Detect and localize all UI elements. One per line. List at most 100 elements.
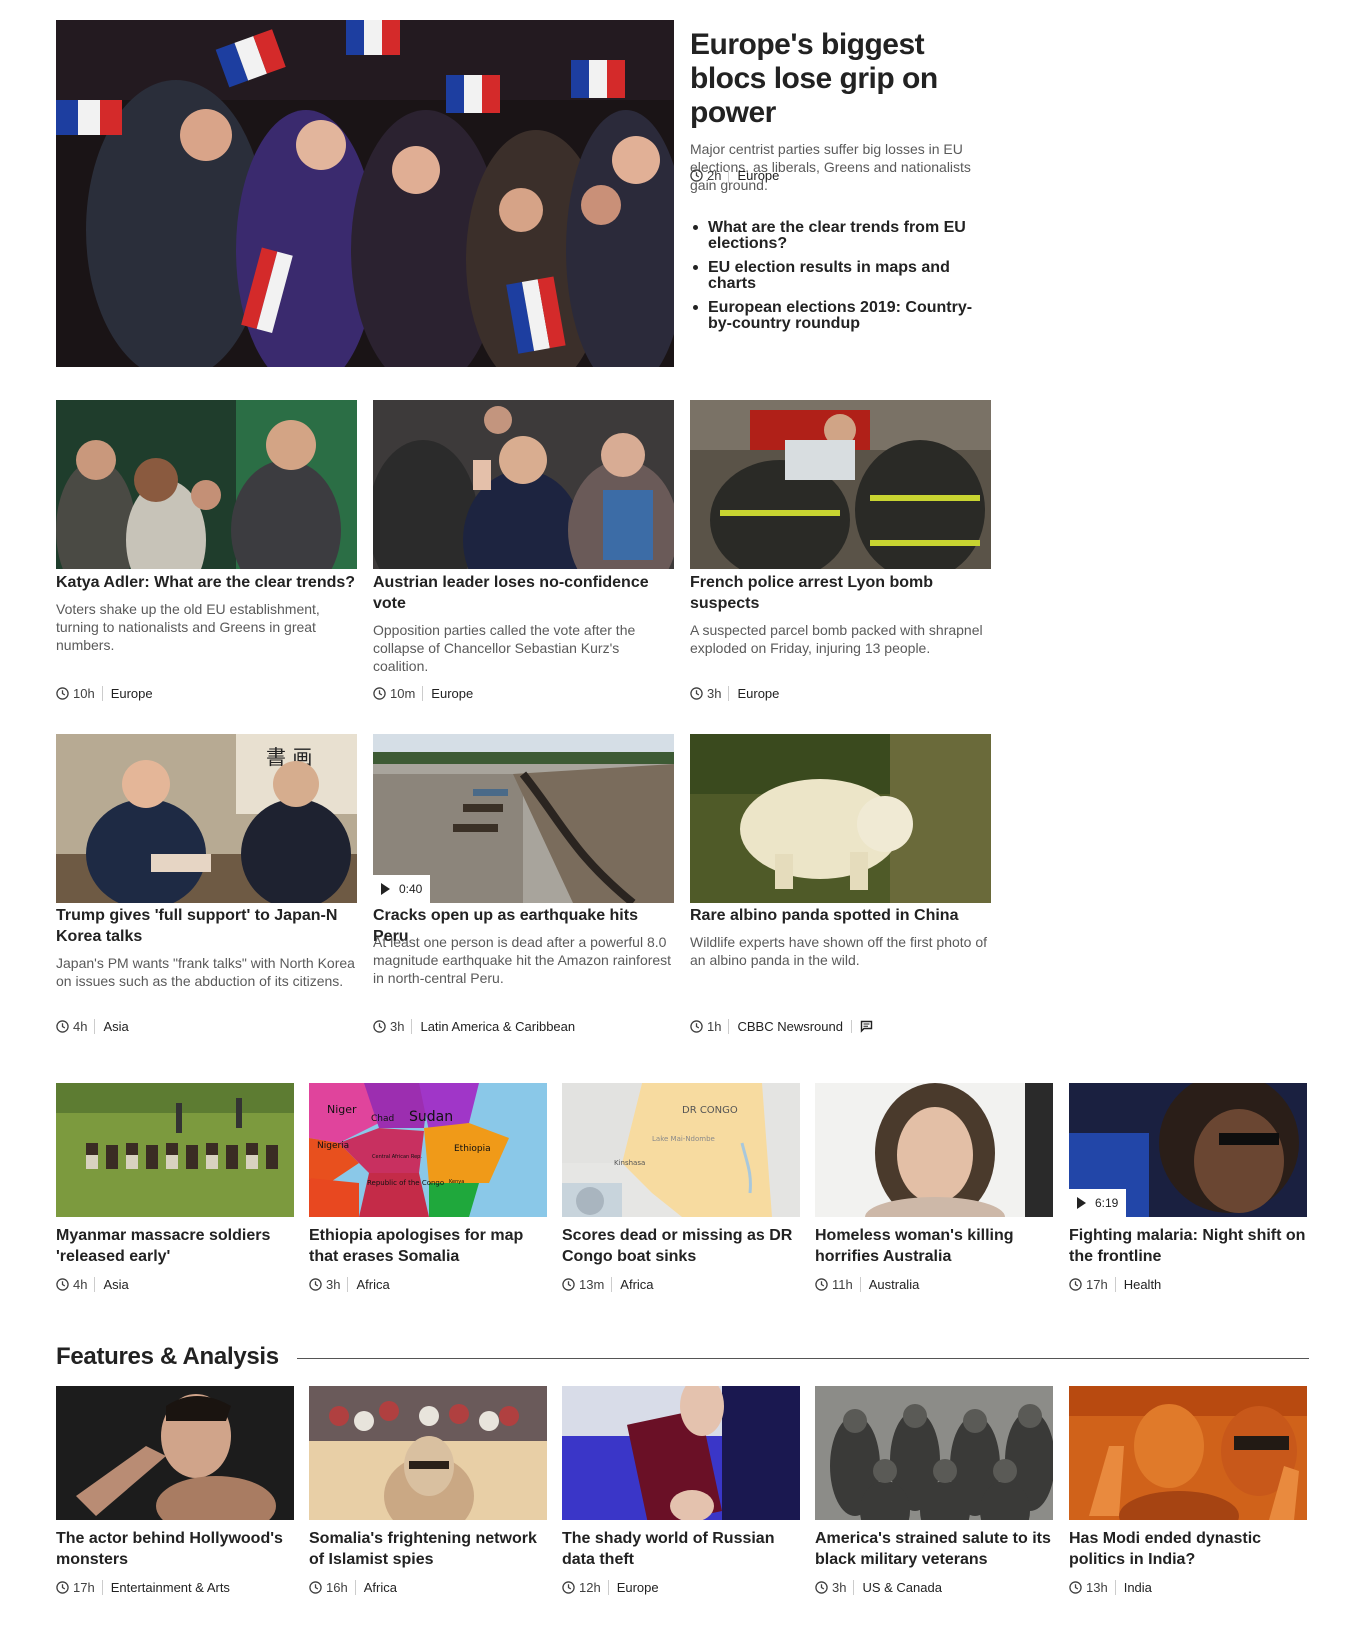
story-image[interactable] [690, 734, 991, 903]
section-link[interactable]: India [1124, 1580, 1152, 1595]
related-link[interactable]: What are the clear trends from EU electi… [690, 220, 990, 252]
story-video-image[interactable]: 0:40 [373, 734, 674, 903]
clock-icon [690, 687, 703, 700]
timestamp: 13h [1086, 1580, 1116, 1595]
clock-icon [56, 687, 69, 700]
story-image[interactable]: 書 画 [56, 734, 357, 903]
video-duration: 6:19 [1095, 1196, 1119, 1210]
map-label: Nigeria [317, 1141, 349, 1151]
section-link[interactable]: Health [1124, 1277, 1162, 1292]
section-link[interactable]: Africa [364, 1580, 397, 1595]
map-label: Kenya [449, 1179, 464, 1185]
section-link[interactable]: US & Canada [862, 1580, 942, 1595]
story-meta: 3h Europe [690, 686, 779, 701]
feature-headline[interactable]: The shady world of Russian data theft [562, 1528, 802, 1570]
feature-headline[interactable]: America's strained salute to its black m… [815, 1528, 1055, 1570]
map-label: Chad [371, 1114, 394, 1124]
story-meta: 3h US & Canada [815, 1580, 942, 1595]
story-headline[interactable]: Katya Adler: What are the clear trends? [56, 572, 356, 593]
story-meta: 12h Europe [562, 1580, 659, 1595]
related-links: What are the clear trends from EU electi… [690, 220, 990, 340]
clock-icon [1069, 1581, 1082, 1594]
section-link[interactable]: Europe [737, 168, 779, 183]
timestamp: 1h [707, 1019, 730, 1034]
top-story-image[interactable] [56, 20, 674, 367]
related-link[interactable]: EU election results in maps and charts [690, 260, 990, 292]
story-meta: 4h Asia [56, 1019, 129, 1034]
story-headline[interactable]: Ethiopia apologises for map that erases … [309, 1225, 549, 1267]
story-map-image[interactable]: Niger Chad Sudan Nigeria Ethiopia Centra… [309, 1083, 547, 1217]
story-meta: 13h India [1069, 1580, 1152, 1595]
map-label: Lake Mai-Ndombe [652, 1135, 715, 1143]
section-link[interactable]: CBBC Newsround [737, 1019, 843, 1034]
story-summary: A suspected parcel bomb packed with shra… [690, 622, 983, 656]
story-headline[interactable]: Rare albino panda spotted in China [690, 905, 990, 926]
top-story-headline[interactable]: Europe's biggest blocs lose grip on powe… [690, 28, 938, 129]
story-meta: 17h Entertainment & Arts [56, 1580, 230, 1595]
clock-icon [56, 1278, 69, 1291]
section-link[interactable]: Europe [431, 686, 473, 701]
feature-headline[interactable]: The actor behind Hollywood's monsters [56, 1528, 296, 1570]
feature-image[interactable] [815, 1386, 1053, 1520]
story-headline[interactable]: French police arrest Lyon bomb suspects [690, 572, 990, 614]
section-link[interactable]: Latin America & Caribbean [420, 1019, 575, 1034]
timestamp: 4h [73, 1019, 96, 1034]
story-summary: Opposition parties called the vote after… [373, 622, 636, 674]
section-link[interactable]: Asia [103, 1277, 128, 1292]
top-story-meta: 2h Europe [690, 168, 779, 183]
clock-icon [373, 687, 386, 700]
section-link[interactable]: Asia [103, 1019, 128, 1034]
section-link[interactable]: Africa [620, 1277, 653, 1292]
clock-icon [815, 1581, 828, 1594]
comments-icon[interactable] [850, 1020, 873, 1033]
map-label: DR CONGO [682, 1105, 738, 1116]
story-image[interactable] [373, 400, 674, 569]
video-duration: 0:40 [399, 882, 423, 896]
story-image[interactable] [815, 1083, 1053, 1217]
clock-icon [56, 1581, 69, 1594]
story-headline[interactable]: Austrian leader loses no-confidence vote [373, 572, 673, 614]
story-headline[interactable]: Trump gives 'full support' to Japan-N Ko… [56, 905, 356, 947]
section-link[interactable]: Europe [737, 686, 779, 701]
section-divider [297, 1358, 1309, 1359]
timestamp: 10h [73, 686, 103, 701]
section-link[interactable]: Entertainment & Arts [111, 1580, 230, 1595]
section-link[interactable]: Australia [869, 1277, 920, 1292]
map-label: Niger [327, 1103, 357, 1116]
story-headline[interactable]: Myanmar massacre soldiers 'released earl… [56, 1225, 296, 1267]
story-headline[interactable]: Homeless woman's killing horrifies Austr… [815, 1225, 1055, 1267]
section-link[interactable]: Africa [356, 1277, 389, 1292]
timestamp: 2h [707, 168, 730, 183]
feature-headline[interactable]: Somalia's frightening network of Islamis… [309, 1528, 549, 1570]
map-label: Central African Rep. [372, 1154, 422, 1160]
story-image[interactable] [56, 400, 357, 569]
story-video-image[interactable]: 6:19 [1069, 1083, 1307, 1217]
story-image[interactable] [56, 1083, 294, 1217]
section-link[interactable]: Europe [111, 686, 153, 701]
play-icon [1077, 1197, 1086, 1209]
story-meta: 11h Australia [815, 1277, 919, 1292]
story-summary: Japan's PM wants "frank talks" with Nort… [56, 955, 355, 989]
clock-icon [56, 1020, 69, 1033]
story-headline[interactable]: Scores dead or missing as DR Congo boat … [562, 1225, 802, 1267]
story-meta: 13m Africa [562, 1277, 654, 1292]
feature-image[interactable] [309, 1386, 547, 1520]
map-label: Ethiopia [454, 1144, 491, 1154]
story-meta: 3h Latin America & Caribbean [373, 1019, 575, 1034]
feature-image[interactable] [56, 1386, 294, 1520]
timestamp: 16h [326, 1580, 356, 1595]
feature-headline[interactable]: Has Modi ended dynastic politics in Indi… [1069, 1528, 1309, 1570]
clock-icon [690, 1020, 703, 1033]
feature-image[interactable] [1069, 1386, 1307, 1520]
feature-image[interactable] [562, 1386, 800, 1520]
clock-icon [309, 1581, 322, 1594]
story-headline[interactable]: Fighting malaria: Night shift on the fro… [1069, 1225, 1309, 1267]
timestamp: 10m [390, 686, 424, 701]
story-meta: 10m Europe [373, 686, 473, 701]
related-link[interactable]: European elections 2019: Country-by-coun… [690, 300, 990, 332]
section-link[interactable]: Europe [617, 1580, 659, 1595]
story-map-image[interactable]: DR CONGO Lake Mai-Ndombe Kinshasa [562, 1083, 800, 1217]
video-duration-badge: 6:19 [1069, 1189, 1127, 1217]
map-label: Sudan [409, 1109, 453, 1125]
story-image[interactable] [690, 400, 991, 569]
